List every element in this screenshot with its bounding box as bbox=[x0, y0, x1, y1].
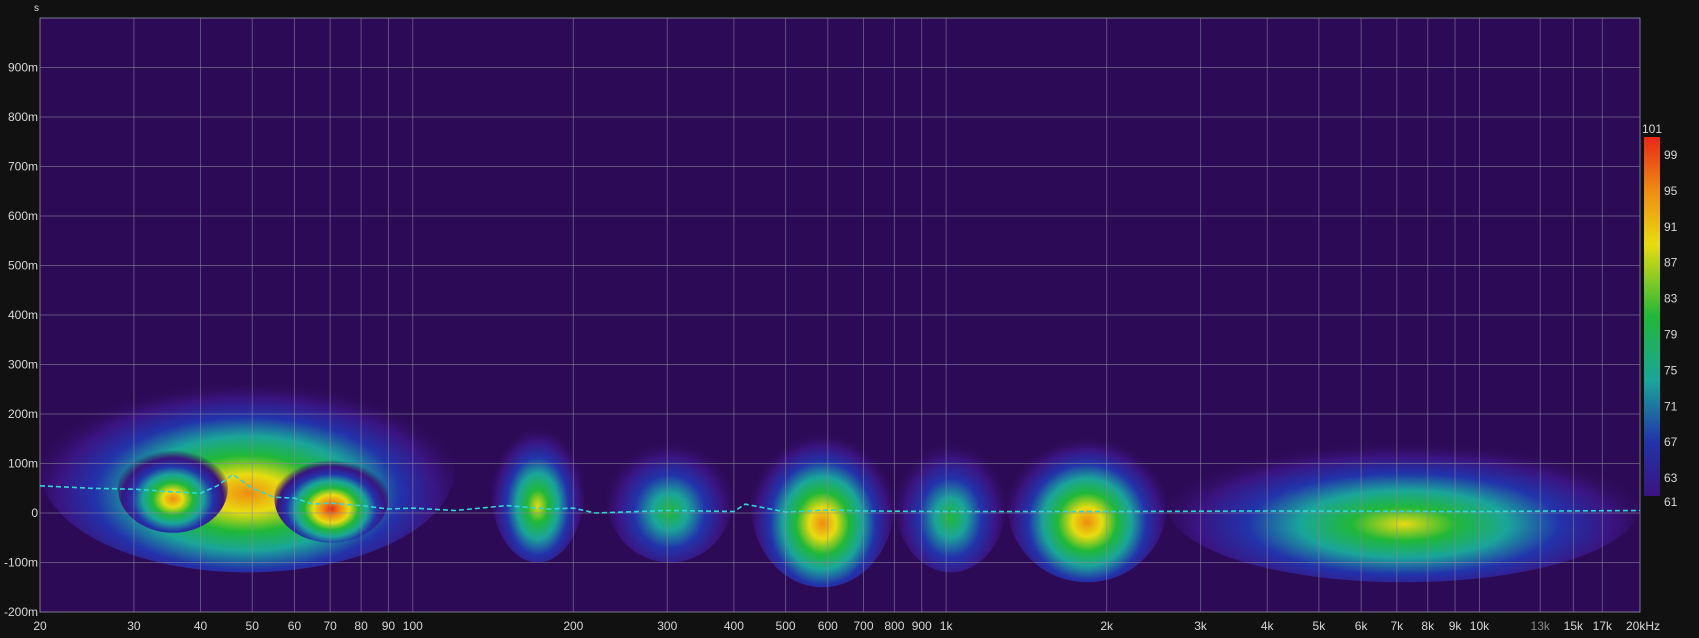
x-tick-label: 2k bbox=[1100, 619, 1114, 633]
x-tick-label: 500 bbox=[776, 619, 796, 633]
y-tick-label: 400m bbox=[8, 308, 38, 322]
x-tick-label: 17k bbox=[1593, 619, 1613, 633]
colorbar-tick-label: 63 bbox=[1664, 471, 1678, 485]
x-tick-label: 60 bbox=[288, 619, 302, 633]
x-tick-label: 80 bbox=[354, 619, 368, 633]
x-tick-label: 800 bbox=[884, 619, 904, 633]
colorbar-tick-label: 79 bbox=[1664, 327, 1678, 341]
x-tick-label: 200 bbox=[563, 619, 583, 633]
energy-region bbox=[40, 364, 456, 573]
energy-region bbox=[894, 428, 1007, 573]
colorbar-tick-label: 75 bbox=[1664, 363, 1678, 377]
x-tick-label: 600 bbox=[818, 619, 838, 633]
x-tick-label: 50 bbox=[246, 619, 260, 633]
x-tick-label: 8k bbox=[1421, 619, 1435, 633]
x-tick-label: 5k bbox=[1313, 619, 1327, 633]
y-tick-label: 0 bbox=[31, 506, 38, 520]
colorbar-tick-label: 87 bbox=[1664, 256, 1678, 270]
x-tick-label: 700 bbox=[853, 619, 873, 633]
x-tick-label: 40 bbox=[194, 619, 208, 633]
x-tick-label: 7k bbox=[1390, 619, 1404, 633]
colorbar-tick-label: 83 bbox=[1664, 292, 1678, 306]
y-tick-label: 100m bbox=[8, 457, 38, 471]
x-tick-label: 10k bbox=[1470, 619, 1490, 633]
x-tick-label: 100 bbox=[403, 619, 423, 633]
x-tick-label: 1k bbox=[940, 619, 954, 633]
y-tick-label: 700m bbox=[8, 160, 38, 174]
y-tick-label: 500m bbox=[8, 259, 38, 273]
x-tick-label: 20kHz bbox=[1626, 619, 1660, 633]
x-tick-label: 6k bbox=[1355, 619, 1369, 633]
y-tick-label: -200m bbox=[4, 605, 38, 619]
x-tick-label: 9k bbox=[1449, 619, 1463, 633]
energy-region bbox=[490, 414, 585, 563]
colorbar-tick-label: 61 bbox=[1664, 495, 1678, 509]
colorbar-tick-label: 99 bbox=[1664, 148, 1678, 162]
x-tick-label: 13k bbox=[1531, 619, 1551, 633]
y-tick-label: 800m bbox=[8, 110, 38, 124]
x-tick-label: 300 bbox=[657, 619, 677, 633]
colorbar bbox=[1644, 137, 1660, 496]
x-tick-label: 3k bbox=[1194, 619, 1208, 633]
x-tick-label: 70 bbox=[323, 619, 337, 633]
x-tick-label: 30 bbox=[127, 619, 141, 633]
x-tick-label: 900 bbox=[912, 619, 932, 633]
y-tick-label: -100m bbox=[4, 556, 38, 570]
energy-region bbox=[1167, 428, 1640, 583]
energy-region bbox=[605, 428, 734, 563]
y-tick-label: 600m bbox=[8, 209, 38, 223]
waterfall-chart: s 900m 800m 700m 600m 500m 400m 300m 200m 100m 0 -… bbox=[4, 3, 1678, 633]
colorbar-tick-label: 71 bbox=[1664, 399, 1678, 413]
colorbar-tick-label: 67 bbox=[1664, 435, 1678, 449]
colorbar-tick-label: 95 bbox=[1664, 184, 1678, 198]
y-tick-label: 900m bbox=[8, 61, 38, 75]
x-tick-label: 4k bbox=[1261, 619, 1275, 633]
x-tick-label: 400 bbox=[724, 619, 744, 633]
y-tick-label: 300m bbox=[8, 358, 38, 372]
colorbar-tick-label: 91 bbox=[1664, 220, 1678, 234]
y-tick-label: 200m bbox=[8, 407, 38, 421]
y-unit-label: s bbox=[34, 3, 39, 14]
energy-region bbox=[1006, 423, 1168, 583]
x-tick-label: 90 bbox=[382, 619, 396, 633]
x-tick-label: 15k bbox=[1564, 619, 1584, 633]
x-tick-label: 20 bbox=[33, 619, 47, 633]
energy-region bbox=[274, 453, 389, 543]
colorbar-tick-label: 101 bbox=[1642, 122, 1662, 136]
